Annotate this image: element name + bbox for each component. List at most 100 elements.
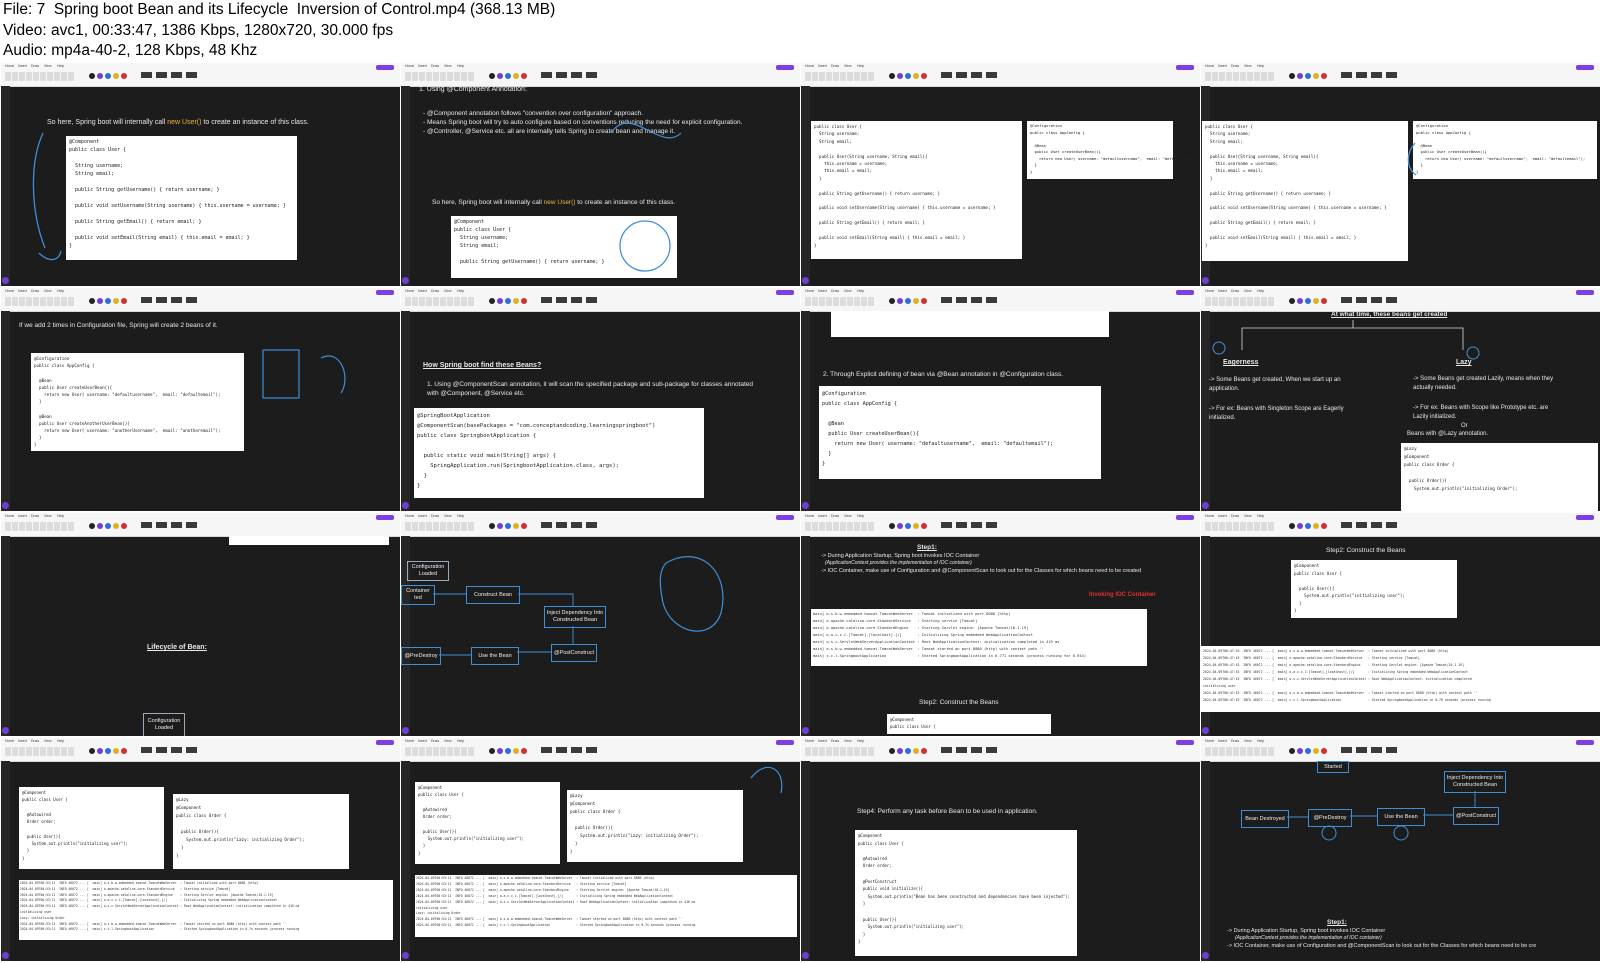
frame-thumbnail[interactable]: Home Insert Draw View Help How Spring boot f… [401,288,800,511]
tool-icon[interactable] [40,522,46,531]
style-swatch[interactable] [156,747,167,753]
tool-icon[interactable] [812,747,818,756]
pen-color-icon[interactable] [489,298,495,304]
tool-icon[interactable] [861,522,867,531]
menu-item[interactable]: View [844,289,852,293]
share-button[interactable] [376,740,394,745]
tool-icon[interactable] [868,747,874,756]
style-swatch[interactable] [141,747,152,753]
tool-icon[interactable] [433,297,439,306]
tool-icon[interactable] [12,522,18,531]
menu-item[interactable]: View [844,739,852,743]
tool-icon[interactable] [819,72,825,81]
tool-icon[interactable] [1205,522,1211,531]
style-swatch[interactable] [571,297,582,303]
style-swatch[interactable] [941,522,952,528]
tool-icon[interactable] [868,297,874,306]
pen-color-icon[interactable] [1305,523,1311,529]
menu-item[interactable]: Home [405,289,414,293]
menu-item[interactable]: Draw [831,64,839,68]
menu-item[interactable]: Insert [18,514,27,518]
tool-icon[interactable] [454,297,460,306]
tool-icon[interactable] [812,72,818,81]
menu-item[interactable]: Help [457,289,464,293]
tool-icon[interactable] [1212,522,1218,531]
tool-icon[interactable] [826,747,832,756]
pen-color-icon[interactable] [89,748,95,754]
tool-icon[interactable] [840,72,846,81]
style-swatch[interactable] [986,747,997,753]
frame-thumbnail[interactable]: Home Insert Draw View Help Configuration Loa… [401,513,800,736]
tool-icon[interactable] [5,522,11,531]
tool-icon[interactable] [440,297,446,306]
pen-color-icon[interactable] [905,298,911,304]
profile-dot-icon[interactable] [2,952,9,959]
share-button[interactable] [1176,290,1194,295]
pen-color-icon[interactable] [913,748,919,754]
pen-color-icon[interactable] [889,73,895,79]
tool-icon[interactable] [805,297,811,306]
tool-icon[interactable] [805,522,811,531]
style-swatch[interactable] [971,72,982,78]
tool-icon[interactable] [833,747,839,756]
tool-icon[interactable] [819,297,825,306]
style-swatch[interactable] [941,72,952,78]
profile-dot-icon[interactable] [1202,727,1209,734]
profile-dot-icon[interactable] [802,952,809,959]
style-swatch[interactable] [941,747,952,753]
pen-color-icon[interactable] [913,73,919,79]
share-button[interactable] [1176,65,1194,70]
tool-icon[interactable] [854,72,860,81]
tool-icon[interactable] [61,747,67,756]
style-swatch[interactable] [586,297,597,303]
frame-thumbnail[interactable]: Home Insert Draw View Help @Component public… [401,738,800,961]
menu-item[interactable]: Help [857,289,864,293]
pen-color-icon[interactable] [521,298,527,304]
tool-icon[interactable] [47,747,53,756]
frame-thumbnail[interactable]: Home Insert Draw View Help public class User… [801,63,1200,286]
tool-icon[interactable] [826,522,832,531]
tool-icon[interactable] [12,747,18,756]
menu-item[interactable]: View [44,514,52,518]
tool-icon[interactable] [468,297,474,306]
frame-thumbnail[interactable]: Home Insert Draw View Help Step4: Perform an… [801,738,1200,961]
menu-item[interactable]: View [44,739,52,743]
tool-icon[interactable] [805,72,811,81]
tool-icon[interactable] [840,522,846,531]
profile-dot-icon[interactable] [802,727,809,734]
tool-icon[interactable] [33,522,39,531]
style-swatch[interactable] [956,747,967,753]
menu-item[interactable]: Help [857,64,864,68]
tool-icon[interactable] [461,297,467,306]
menu-item[interactable]: View [844,64,852,68]
tool-icon[interactable] [1254,522,1260,531]
style-swatch[interactable] [1341,522,1352,528]
style-swatch[interactable] [941,297,952,303]
pen-color-icon[interactable] [897,73,903,79]
tool-icon[interactable] [40,747,46,756]
pen-color-icon[interactable] [897,523,903,529]
pen-color-icon[interactable] [505,298,511,304]
tool-icon[interactable] [840,747,846,756]
menu-item[interactable]: Help [857,514,864,518]
style-swatch[interactable] [1356,522,1367,528]
tool-icon[interactable] [812,297,818,306]
style-swatch[interactable] [1371,522,1382,528]
tool-icon[interactable] [861,747,867,756]
frame-thumbnail[interactable]: Home Insert Draw View Help 1. Using @Compone… [401,63,800,286]
tool-icon[interactable] [33,747,39,756]
tool-icon[interactable] [1233,522,1239,531]
share-button[interactable] [1176,740,1194,745]
tool-icon[interactable] [826,297,832,306]
tool-icon[interactable] [26,747,32,756]
pen-color-icon[interactable] [889,298,895,304]
share-button[interactable] [376,515,394,520]
menu-item[interactable]: Home [5,739,14,743]
frame-thumbnail[interactable]: Home Insert Draw View Help Step1: -> During … [801,513,1200,736]
menu-item[interactable]: Insert [418,289,427,293]
pen-color-icon[interactable] [905,523,911,529]
style-swatch[interactable] [956,522,967,528]
menu-item[interactable]: View [444,289,452,293]
frame-thumbnail[interactable]: Home Insert Draw View Help 2. Through Explic… [801,288,1200,511]
menu-item[interactable]: Draw [1231,514,1239,518]
